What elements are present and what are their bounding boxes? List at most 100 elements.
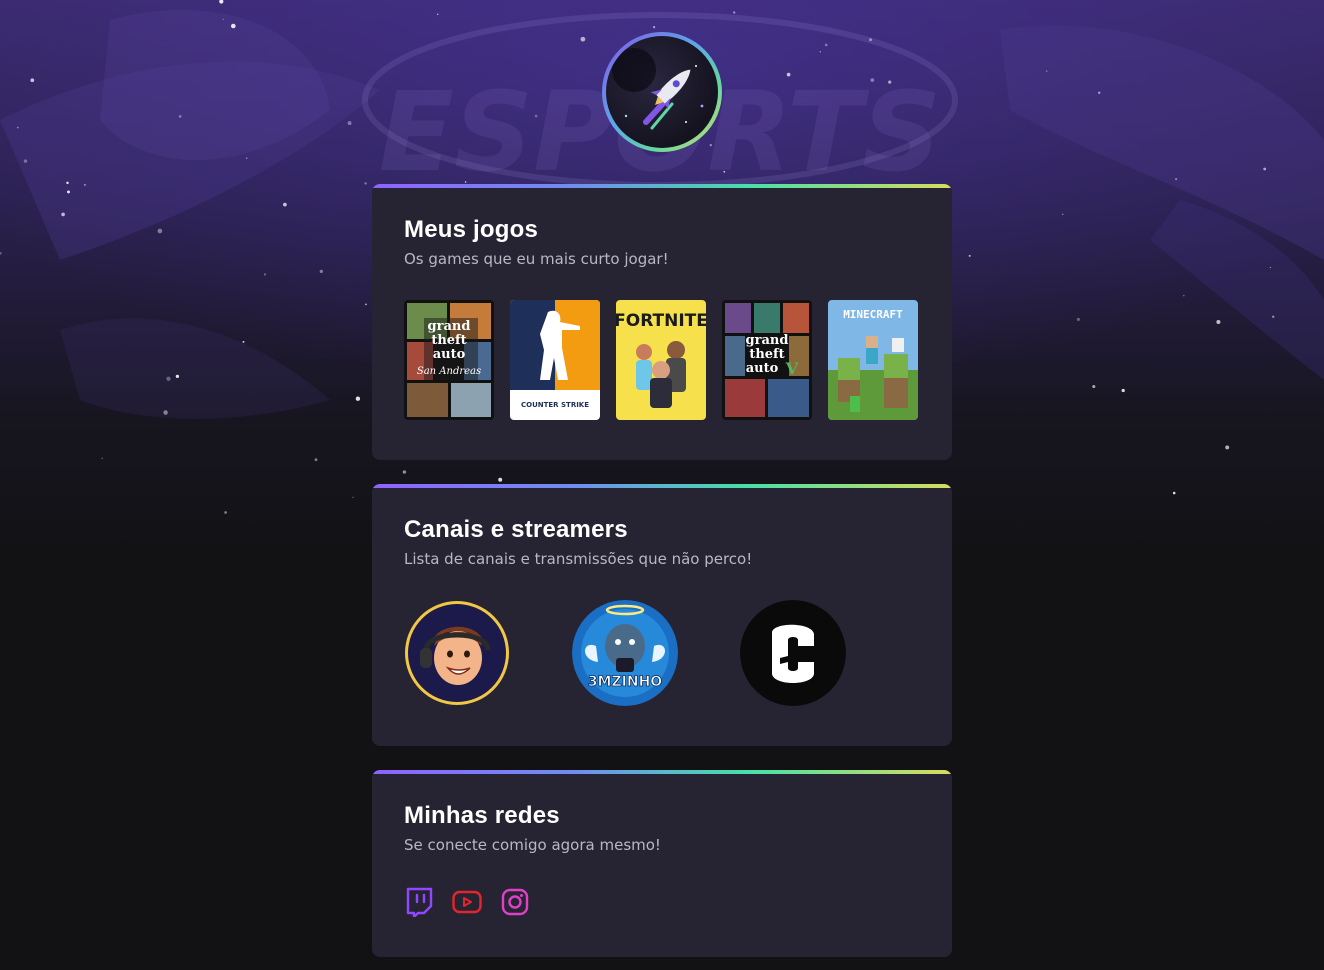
- svg-text:auto: auto: [433, 347, 466, 362]
- star: [870, 78, 875, 82]
- star: [16, 126, 19, 129]
- star: [83, 183, 86, 186]
- star: [314, 458, 318, 462]
- game-cover-gta-sa[interactable]: grand theft auto San Andreas: [404, 300, 494, 420]
- svg-text:FORTNITE: FORTNITE: [616, 311, 706, 331]
- star: [888, 80, 892, 84]
- star: [968, 254, 971, 257]
- game-cover-minecraft[interactable]: MINECRAFT: [828, 300, 918, 420]
- star: [23, 159, 28, 163]
- svg-text:grand: grand: [428, 319, 471, 334]
- profile-avatar: [602, 32, 722, 152]
- game-cover-fortnite[interactable]: FORTNITE: [616, 300, 706, 420]
- star: [101, 457, 103, 459]
- star: [157, 228, 163, 234]
- star: [175, 374, 180, 379]
- star: [1172, 491, 1176, 495]
- star: [283, 202, 287, 207]
- star: [464, 181, 467, 183]
- star: [352, 496, 354, 498]
- instagram-link[interactable]: [500, 886, 530, 918]
- star: [178, 114, 182, 118]
- star: [365, 303, 367, 306]
- games-subtitle: Os games que eu mais curto jogar!: [404, 250, 669, 268]
- svg-text:grand: grand: [746, 333, 789, 348]
- star: [242, 340, 245, 343]
- star: [534, 114, 538, 118]
- star: [30, 78, 35, 83]
- channels-list: 3MZINHO: [404, 600, 846, 706]
- star: [786, 72, 791, 77]
- star: [498, 477, 503, 482]
- star: [163, 410, 168, 415]
- star: [819, 50, 822, 53]
- star: [61, 212, 65, 217]
- game-cover-counter-strike[interactable]: COUNTER STRIKE: [510, 300, 600, 420]
- star: [347, 121, 352, 126]
- star: [1269, 266, 1272, 269]
- social-title: Minhas redes: [404, 802, 560, 829]
- games-title: Meus jogos: [404, 216, 539, 243]
- channels-card: Canais e streamers Lista de canais e tra…: [372, 484, 952, 746]
- channels-subtitle: Lista de canais e transmissões que não p…: [404, 550, 753, 568]
- svg-text:3MZINHO: 3MZINHO: [588, 674, 662, 690]
- star: [824, 43, 828, 47]
- star: [1076, 317, 1080, 321]
- star: [166, 376, 171, 381]
- star: [1216, 319, 1221, 325]
- youtube-icon: [452, 890, 482, 914]
- games-card: Meus jogos Os games que eu mais curto jo…: [372, 184, 952, 460]
- star: [1097, 91, 1101, 95]
- star: [1121, 388, 1125, 393]
- game-cover-gta-v[interactable]: grand theft auto V: [722, 300, 812, 420]
- star: [709, 143, 713, 147]
- star: [723, 170, 726, 173]
- star: [1092, 384, 1096, 389]
- star: [1183, 294, 1185, 297]
- star: [580, 36, 586, 42]
- star: [1225, 445, 1230, 450]
- star: [1061, 213, 1064, 216]
- star: [1272, 315, 1275, 318]
- svg-text:V: V: [785, 359, 799, 378]
- twitch-icon: [406, 887, 433, 917]
- star: [364, 182, 367, 185]
- svg-text:auto: auto: [746, 361, 779, 376]
- star: [1263, 167, 1267, 171]
- star: [319, 269, 323, 274]
- star: [869, 38, 872, 42]
- star: [402, 470, 407, 474]
- star: [231, 23, 236, 29]
- svg-text:COUNTER STRIKE: COUNTER STRIKE: [521, 401, 589, 409]
- star: [219, 0, 224, 4]
- social-links: [404, 886, 530, 918]
- star: [67, 190, 70, 194]
- social-card: Minhas redes Se conecte comigo agora mes…: [372, 770, 952, 957]
- star: [1175, 178, 1178, 181]
- twitch-link[interactable]: [404, 886, 434, 918]
- channel-avatar-3mzinho[interactable]: 3MZINHO: [572, 600, 678, 706]
- social-subtitle: Se conecte comigo agora mesmo!: [404, 836, 661, 854]
- star: [66, 181, 69, 185]
- star: [733, 11, 736, 14]
- star: [1045, 70, 1048, 72]
- star: [436, 13, 439, 16]
- svg-text:San Andreas: San Andreas: [417, 366, 481, 377]
- youtube-link[interactable]: [452, 886, 482, 918]
- channel-avatar-cartoon-streamer[interactable]: [404, 600, 510, 706]
- star: [222, 18, 225, 21]
- star: [355, 396, 361, 401]
- star: [263, 273, 267, 276]
- star: [0, 251, 2, 255]
- channel-avatar-gaules[interactable]: [740, 600, 846, 706]
- rocket-icon: [612, 48, 704, 130]
- svg-text:theft: theft: [749, 347, 784, 362]
- games-list: grand theft auto San Andreas COUNTER STR…: [404, 300, 918, 420]
- svg-text:MINECRAFT: MINECRAFT: [843, 308, 903, 321]
- channels-title: Canais e streamers: [404, 516, 628, 543]
- svg-text:theft: theft: [431, 333, 466, 348]
- star: [653, 26, 656, 29]
- star: [246, 157, 248, 159]
- instagram-icon: [501, 888, 529, 916]
- star: [224, 511, 228, 514]
